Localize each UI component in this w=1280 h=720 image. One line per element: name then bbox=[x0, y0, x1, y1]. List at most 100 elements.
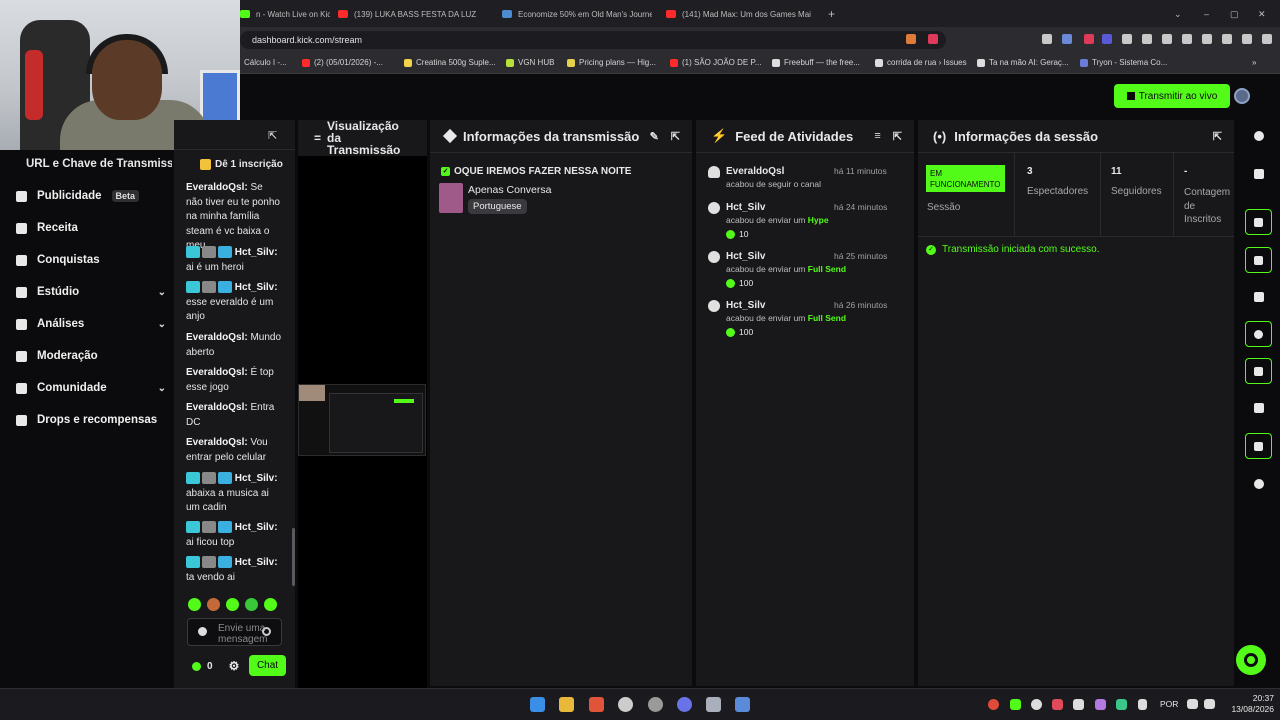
document-icon[interactable] bbox=[1254, 292, 1264, 302]
gear-icon[interactable]: ⚙ bbox=[229, 659, 240, 673]
sidebar-item-drops[interactable]: Drops e recompensas bbox=[16, 414, 166, 426]
vpn-icon[interactable] bbox=[1222, 34, 1232, 44]
sidebar-item-stream-key[interactable]: URL e Chave de Transmissã bbox=[26, 158, 172, 170]
extension-icon[interactable] bbox=[1084, 34, 1094, 44]
bookmark-item[interactable]: Creatina 500g Suple... bbox=[404, 58, 496, 67]
file-explorer-icon[interactable] bbox=[559, 697, 574, 712]
system-clock[interactable]: 20:37 13/08/2026 bbox=[1222, 693, 1274, 715]
brave-browser-icon[interactable] bbox=[589, 697, 604, 712]
wallet-icon[interactable] bbox=[1202, 34, 1212, 44]
steam-app-icon[interactable] bbox=[735, 697, 750, 712]
windows-start-icon[interactable] bbox=[530, 697, 545, 712]
bookmark-item[interactable]: Freebuff — the free... bbox=[772, 58, 860, 67]
stream-preview-video[interactable] bbox=[298, 384, 426, 456]
obs-icon[interactable] bbox=[648, 697, 663, 712]
bookmark-item[interactable]: (2) (05/01/2026) -... bbox=[302, 58, 383, 67]
media-icon[interactable] bbox=[1162, 34, 1172, 44]
toolbar-button-chat[interactable] bbox=[1245, 321, 1272, 347]
emote-icon[interactable] bbox=[207, 598, 220, 611]
new-tab-button[interactable]: + bbox=[828, 4, 840, 24]
sidebar-item-publicidade[interactable]: Publicidade Beta bbox=[16, 190, 166, 202]
edit-icon[interactable]: ✎ bbox=[650, 130, 659, 143]
extension-icon[interactable] bbox=[1062, 34, 1072, 44]
bookmark-item[interactable]: (1) SÃO JOÃO DE P... bbox=[670, 58, 761, 67]
popout-icon[interactable]: ⇱ bbox=[268, 129, 277, 142]
sidebar-toggle-icon[interactable] bbox=[1182, 34, 1192, 44]
drag-handle-icon[interactable]: = bbox=[314, 132, 321, 144]
nvidia-icon[interactable] bbox=[1010, 699, 1021, 710]
bookmark-item[interactable]: VGN HUB bbox=[506, 58, 554, 67]
bookmark-item[interactable]: Ta na mão AI: Geraç... bbox=[977, 58, 1069, 67]
menu-icon[interactable] bbox=[1262, 34, 1272, 44]
kick-points[interactable]: 0 ⚙ bbox=[192, 659, 239, 673]
activity-username[interactable]: EveraldoQsl bbox=[726, 166, 784, 177]
discord-icon[interactable] bbox=[677, 697, 692, 712]
bookmark-item[interactable]: corrida de rua › Issues bbox=[875, 58, 967, 67]
chat-username[interactable]: Hct_Silv bbox=[235, 557, 274, 568]
browser-tab[interactable]: (139) LUKA BASS FESTA DA LUZ bbox=[338, 4, 488, 24]
toolbar-button-camera[interactable] bbox=[1245, 209, 1272, 235]
sidebar-item-receita[interactable]: Receita bbox=[16, 222, 166, 234]
close-window-icon[interactable]: ✕ bbox=[1258, 4, 1268, 24]
chat-input[interactable]: Envie uma mensagem bbox=[187, 618, 282, 646]
tray-icon[interactable] bbox=[1052, 699, 1063, 710]
minimize-icon[interactable]: – bbox=[1204, 4, 1214, 24]
chat-send-button[interactable]: Chat bbox=[249, 655, 286, 676]
popout-icon[interactable]: ⇱ bbox=[671, 130, 680, 143]
chat-scrollbar[interactable] bbox=[292, 528, 295, 586]
extension-icon[interactable] bbox=[1102, 34, 1112, 44]
bookmark-item[interactable]: Cálculo I -... bbox=[232, 58, 287, 67]
bookmark-item[interactable]: Pricing plans — Hig... bbox=[567, 58, 656, 67]
steam-icon[interactable] bbox=[618, 697, 633, 712]
maximize-icon[interactable]: ▢ bbox=[1230, 4, 1240, 24]
chat-username[interactable]: EveraldoQsl bbox=[186, 182, 244, 193]
sidebar-item-comunidade[interactable]: Comunidade ⌄ bbox=[16, 382, 166, 394]
more-bookmarks-icon[interactable]: » bbox=[1252, 58, 1256, 67]
tray-icon[interactable] bbox=[988, 699, 999, 710]
chat-username[interactable]: EveraldoQsl bbox=[186, 367, 244, 378]
emote-icon[interactable] bbox=[188, 598, 201, 611]
tab-search-icon[interactable]: ⌄ bbox=[1174, 4, 1184, 24]
browser-tab[interactable]: (141) Mad Max: Um dos Games Mai bbox=[666, 4, 811, 24]
popout-icon[interactable]: ⇱ bbox=[893, 130, 902, 143]
url-field[interactable]: dashboard.kick.com/stream bbox=[240, 31, 946, 49]
sidebar-item-conquistas[interactable]: Conquistas bbox=[16, 254, 166, 266]
toolbar-button-wrench[interactable] bbox=[1245, 433, 1272, 459]
chat-username[interactable]: Hct_Silv bbox=[235, 473, 274, 484]
google-extension-icon[interactable] bbox=[1042, 34, 1052, 44]
browser-tab[interactable]: Economize 50% em Old Man's Journe bbox=[502, 4, 652, 24]
brave-shield-icon[interactable] bbox=[906, 34, 916, 44]
tray-icon[interactable] bbox=[1073, 699, 1084, 710]
info-icon[interactable] bbox=[1254, 131, 1264, 141]
sidebar-item-analises[interactable]: Análises ⌄ bbox=[16, 318, 166, 330]
filter-icon[interactable]: ≡ bbox=[874, 130, 880, 143]
tray-icon[interactable] bbox=[1095, 699, 1106, 710]
chat-username[interactable]: Hct_Silv bbox=[235, 247, 274, 258]
language-indicator[interactable]: POR bbox=[1160, 699, 1178, 709]
bookmark-item[interactable]: Tryon - Sistema Co... bbox=[1080, 58, 1167, 67]
toolbar-button-lightning[interactable] bbox=[1245, 247, 1272, 273]
chat-username[interactable]: EveraldoQsl bbox=[186, 332, 244, 343]
gift-sub-banner[interactable]: Dê 1 inscrição bbox=[174, 154, 295, 174]
help-chat-button[interactable] bbox=[1236, 645, 1266, 675]
toolbar-button-broadcast[interactable] bbox=[1245, 358, 1272, 384]
microphone-icon[interactable] bbox=[1138, 699, 1147, 710]
chat-username[interactable]: Hct_Silv bbox=[235, 522, 274, 533]
settings-icon[interactable] bbox=[706, 697, 721, 712]
shield-icon[interactable] bbox=[1242, 34, 1252, 44]
avatar[interactable] bbox=[1234, 88, 1250, 104]
layout-icon[interactable] bbox=[1254, 403, 1264, 413]
steam-tray-icon[interactable] bbox=[1031, 699, 1042, 710]
emote-icon[interactable] bbox=[245, 598, 258, 611]
activity-username[interactable]: Hct_Silv bbox=[726, 300, 765, 311]
emote-icon[interactable] bbox=[264, 598, 277, 611]
tray-icon[interactable] bbox=[1116, 699, 1127, 710]
chat-username[interactable]: Hct_Silv bbox=[235, 282, 274, 293]
activity-username[interactable]: Hct_Silv bbox=[726, 202, 765, 213]
download-icon[interactable] bbox=[1142, 34, 1152, 44]
emote-icon[interactable] bbox=[226, 598, 239, 611]
brave-rewards-icon[interactable] bbox=[928, 34, 938, 44]
emoji-icon[interactable] bbox=[262, 627, 271, 636]
go-live-button[interactable]: Transmitir ao vivo bbox=[1114, 84, 1230, 108]
activity-username[interactable]: Hct_Silv bbox=[726, 251, 765, 262]
